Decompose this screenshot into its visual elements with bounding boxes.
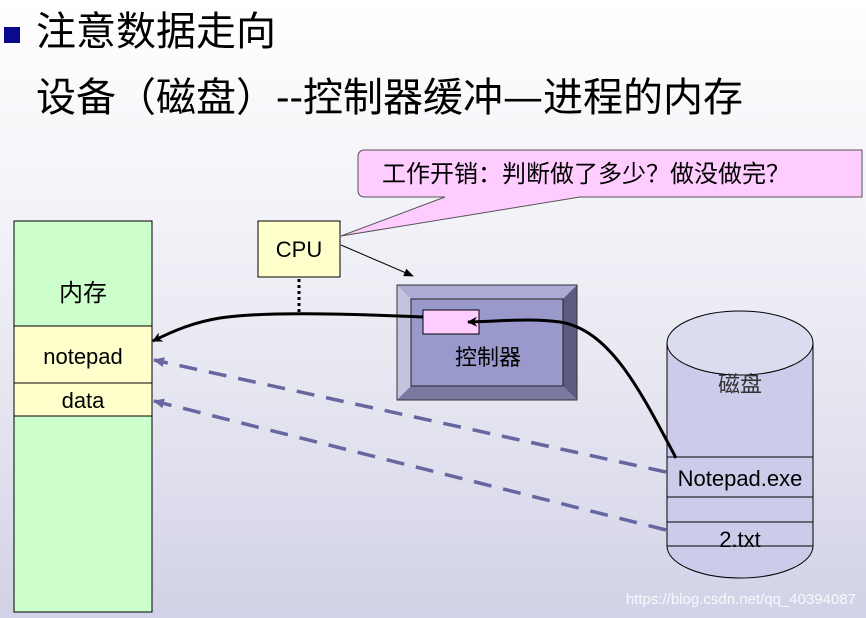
- controller-block: 控制器: [396, 284, 578, 401]
- memory-slot-data-label: data: [62, 388, 106, 413]
- disk-data-to-memory-dashed-arrow: [153, 398, 667, 532]
- data-flow-diagram: 工作开销：判断做了多少？做没做完？ 内存 notepad data CPU 控制…: [13, 149, 863, 613]
- memory-block: 内存 notepad data: [13, 220, 153, 613]
- memory-slot-notepad-label: notepad: [43, 344, 123, 369]
- cpu-block: CPU: [257, 220, 414, 315]
- callout-bubble: 工作开销：判断做了多少？做没做完？: [340, 149, 863, 237]
- disk-file-2-txt: 2.txt: [719, 527, 761, 552]
- disk-label: 磁盘: [718, 373, 762, 398]
- buffer-to-memory-arrow: [152, 312, 424, 343]
- disk-block: 磁盘 Notepad.exe 2.txt: [666, 310, 814, 579]
- cpu-label: CPU: [276, 237, 322, 262]
- memory-label: 内存: [59, 279, 107, 307]
- watermark: https://blog.csdn.net/qq_40394087: [625, 591, 856, 608]
- controller-label: 控制器: [455, 346, 521, 371]
- cpu-to-controller-arrow: [340, 244, 414, 277]
- disk-file-notepad-exe: Notepad.exe: [678, 466, 803, 491]
- callout-text: 工作开销：判断做了多少？做没做完？: [382, 160, 790, 188]
